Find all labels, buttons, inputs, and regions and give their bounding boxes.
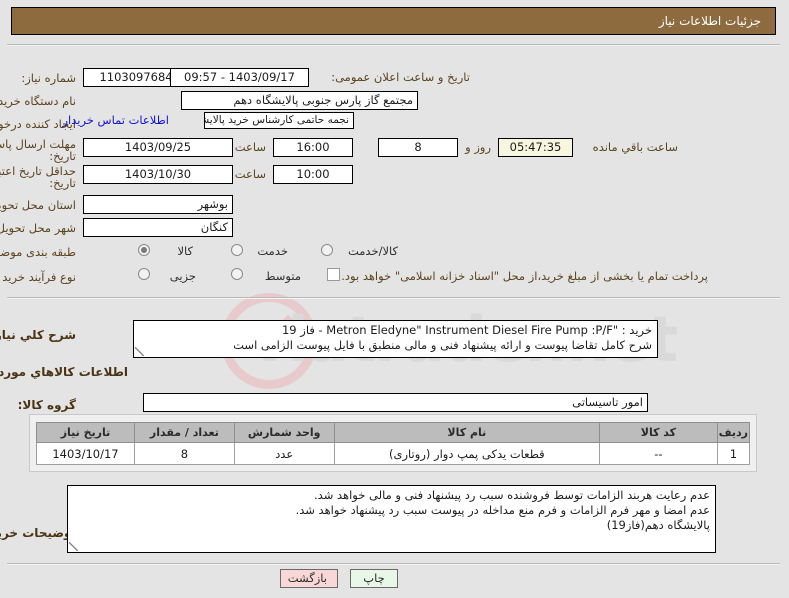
buyer-notes-label: توضیحات خریدار: (0, 526, 77, 540)
response-deadline-hour-label: ساعت (235, 140, 267, 154)
cell-need-date: 1403/10/17 (37, 442, 136, 465)
radio-process-medium[interactable] (232, 268, 244, 280)
cell-quantity: 8 (134, 442, 236, 465)
radio-label-category-goods: کالا (178, 244, 194, 258)
back-button[interactable]: بازگشت (281, 569, 339, 588)
radio-label-category-service: خدمت (258, 244, 289, 258)
cell-item-code: -- (600, 442, 719, 465)
response-deadline-sublabel: تاریخ: (50, 149, 77, 163)
remaining-time-label: ساعت باقي مانده (593, 140, 679, 154)
announce-datetime-label: تاریخ و ساعت اعلان عمومی: (332, 70, 471, 84)
price-validity-sublabel: تاریخ: (50, 176, 77, 190)
announce-datetime-value: 1403/09/17 - 09:57 (171, 68, 310, 87)
province-label: استان محل تحویل: (0, 198, 77, 212)
city-value: کنگان (84, 218, 234, 237)
price-validity-time: 10:00 (274, 165, 354, 184)
description-line-2: شرح کامل تقاضا پیوست و ارائه پیشنهاد فنی… (234, 338, 653, 352)
col-unit: واحد شمارش (234, 422, 336, 443)
buyer-notes-textarea[interactable]: عدم رعایت هربند الزامات توسط فروشنده سبب… (68, 485, 717, 553)
price-validity-hour-label: ساعت (235, 167, 267, 181)
resize-handle-icon[interactable] (136, 347, 145, 356)
buyer-org-label: نام دستگاه خریدار: (0, 94, 77, 108)
remaining-time-value: 05:47:35 (499, 138, 574, 157)
col-quantity: تعداد / مقدار (134, 422, 236, 443)
price-validity-date: 1403/10/30 (84, 165, 234, 184)
cell-unit: عدد (234, 442, 336, 465)
cell-row-no: 1 (717, 442, 752, 465)
divider-description (8, 297, 781, 299)
table-row: 1 -- قطعات یدکی پمپ دوار (روتاری) عدد 8 … (37, 442, 752, 465)
radio-label-process-minor: جزیی (170, 269, 197, 283)
treasury-bond-checkbox[interactable] (328, 268, 341, 281)
buyer-org-value: مجتمع گاز پارس جنوبی پالایشگاه دهم (182, 91, 419, 110)
print-button[interactable]: چاپ (351, 569, 399, 588)
cell-item-name: قطعات یدکی پمپ دوار (روتاری) (334, 442, 602, 465)
divider-top (8, 44, 781, 46)
radio-category-service[interactable] (232, 244, 244, 256)
goods-group-label: گروه کالا: (18, 398, 77, 412)
buyer-notes-line-1: عدم رعایت هربند الزامات توسط فروشنده سبب… (315, 488, 711, 502)
col-row-no: ردیف (717, 422, 752, 443)
response-deadline-date: 1403/09/25 (84, 138, 234, 157)
radio-process-minor[interactable] (139, 268, 151, 280)
radio-label-category-goods-service: کالا/خدمت (348, 244, 399, 258)
category-label: طبقه بندی موضوعی: (0, 245, 77, 259)
city-label: شهر محل تحویل: (0, 221, 77, 235)
need-number-label: شماره نیاز: (22, 71, 77, 85)
process-type-label: نوع فرآیند خرید : (0, 270, 77, 284)
divider-footer (8, 563, 781, 565)
remaining-days-value: 8 (379, 138, 459, 157)
radio-category-goods-service[interactable] (322, 244, 334, 256)
radio-label-process-medium: متوسط (265, 269, 302, 283)
province-value: بوشهر (84, 195, 234, 214)
buyer-contact-link[interactable]: اطلاعات تماس خریدار (63, 111, 170, 130)
description-textarea[interactable]: خرید : "Metron Eledyne" Instrument Diese… (134, 320, 659, 358)
description-line-1: خرید : "Metron Eledyne" Instrument Diese… (282, 323, 653, 337)
buyer-notes-line-2: عدم امضا و مهر فرم الزامات و فرم منع مدا… (296, 503, 711, 517)
goods-section-title: اطلاعات کالاهاي مورد نیاز (0, 365, 129, 379)
col-need-date: تاریخ نیاز (37, 422, 136, 443)
response-deadline-time: 16:00 (274, 138, 354, 157)
page-title: جزئیات اطلاعات نیاز (12, 7, 777, 35)
treasury-bond-label: پرداخت تمام یا بخشی از مبلغ خرید،از محل … (342, 269, 709, 283)
col-item-name: نام کالا (334, 422, 602, 443)
requester-value: نجمه حاتمی کارشناس خرید پالایشگاه دهم مج… (205, 112, 355, 129)
page-root: viatrader.net جزئیات اطلاعات نیاز شماره … (0, 0, 789, 598)
table-header-row: ردیف کد کالا نام کالا واحد شمارش تعداد /… (37, 422, 752, 443)
remaining-days-label: روز و (466, 140, 492, 154)
description-label: شرح کلي نیاز: (0, 328, 77, 342)
buyer-notes-line-3: پالایشگاه دهم(فاز19) (607, 518, 711, 532)
resize-handle-icon[interactable] (70, 542, 79, 551)
items-table: ردیف کد کالا نام کالا واحد شمارش تعداد /… (37, 422, 752, 465)
col-item-code: کد کالا (600, 422, 719, 443)
radio-category-goods[interactable] (139, 244, 151, 256)
goods-group-value: امور تاسیساتی (144, 393, 649, 412)
